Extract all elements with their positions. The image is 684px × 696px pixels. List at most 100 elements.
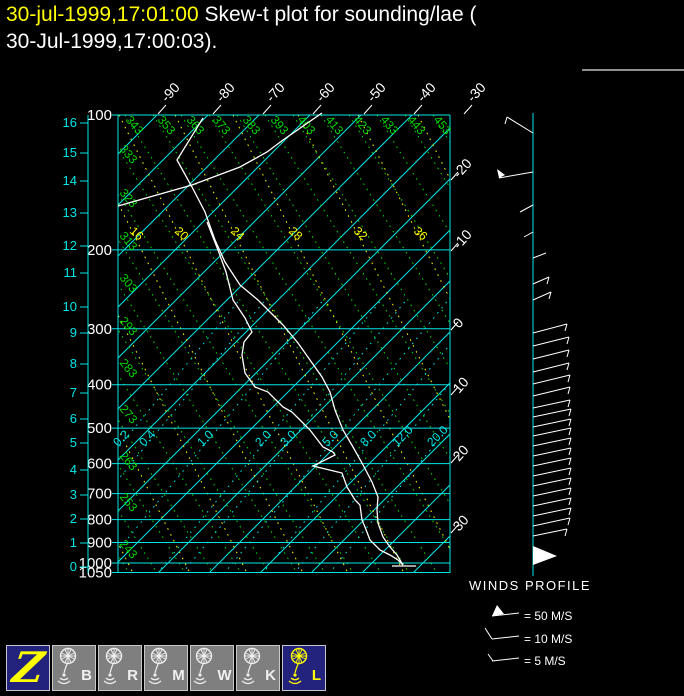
toolbar-button-r[interactable]: R	[98, 645, 142, 691]
wind-barb	[532, 447, 572, 457]
pressure-label: 600	[87, 456, 112, 473]
theta-top-label: 443	[405, 113, 429, 138]
theta-top-label: 373	[210, 113, 234, 138]
dry-adiabat-line	[489, 115, 684, 573]
dry-adiabat-line	[629, 115, 684, 573]
wind-barb	[532, 252, 547, 259]
mixing-ratio-label: 3.0	[277, 427, 299, 449]
toolbar-button-k[interactable]: K	[236, 645, 280, 691]
radiosonde-icon-svg	[57, 647, 77, 684]
dry-adiabat-line	[601, 115, 684, 573]
radiosonde-icon-svg	[241, 647, 261, 684]
top-temp-tick	[312, 104, 322, 115]
mixing-ratio-label: 0.4	[136, 427, 158, 449]
dry-adiabat-line	[118, 464, 186, 573]
moist-adiabat-line	[118, 201, 304, 573]
pressure-label: 400	[87, 377, 112, 394]
height-label: 2	[70, 511, 77, 526]
dry-adiabat-line	[545, 115, 684, 573]
toolbar-button-m[interactable]: M	[144, 645, 188, 691]
wind-barb-hook	[564, 323, 568, 332]
radiosonde-icon-svg	[103, 647, 123, 684]
dry-adiabat-line	[118, 373, 242, 573]
theta-left-label: 333	[117, 142, 141, 167]
moist-adiabat-line	[232, 115, 450, 551]
wind-barb-hook	[568, 437, 572, 446]
moist-adiabat-label: 20	[172, 224, 192, 244]
wind-barb-hook	[568, 427, 572, 436]
dry-adiabat-line	[657, 115, 684, 573]
wind-barb-hook	[567, 517, 571, 526]
wind-barb-hook	[568, 497, 572, 506]
title-text-line2: 30-Jul-1999,17:00:03).	[6, 30, 218, 53]
toolbar-button-z[interactable]: Z	[6, 643, 50, 692]
radiosonde-icon	[56, 647, 80, 690]
button-letter: W	[217, 666, 232, 684]
dry-adiabat-line	[180, 115, 450, 550]
height-label: 13	[63, 205, 77, 220]
theta-top-label: 383	[240, 113, 264, 138]
button-letter: M	[172, 666, 185, 684]
title-text: Skew-t plot for sounding/lae (	[198, 3, 477, 26]
legend-barb-line	[491, 657, 520, 662]
moist-adiabat-line	[174, 115, 405, 573]
legend-half-barb-icon	[487, 653, 494, 662]
wind-barb-hook	[568, 408, 572, 417]
radiosonde-icon	[147, 647, 171, 690]
wind-barb	[532, 408, 572, 418]
theta-left-label: 263	[117, 449, 141, 474]
wind-barb	[532, 528, 568, 537]
wind-barb	[532, 477, 572, 487]
isotherm-line	[118, 115, 209, 206]
wind-barb	[506, 116, 534, 134]
height-label: 3	[70, 487, 77, 502]
wind-barb-hook	[568, 477, 572, 486]
theta-top-label: 363	[184, 113, 208, 138]
top-temp-label: -60	[312, 79, 338, 105]
dry-adiabat-line	[118, 193, 354, 573]
top-temp-label: -80	[212, 79, 238, 105]
moist-adiabat-label: 32	[351, 224, 371, 244]
button-letter: K	[265, 666, 276, 684]
wind-barb	[532, 487, 572, 497]
top-temp-label: -50	[363, 79, 389, 105]
top-temp-label: -90	[157, 79, 183, 105]
wind-barb-hook	[567, 399, 571, 408]
radiosonde-icon	[192, 647, 216, 690]
mcidas-z-logo-icon: Z	[9, 643, 47, 692]
mixing-ratio-label: 2.0	[252, 427, 274, 449]
top-temp-label: -30	[463, 79, 489, 105]
toolbar-button-w[interactable]: W	[190, 645, 234, 691]
wind-barb	[532, 399, 571, 409]
moist-adiabat-label: 36	[411, 224, 431, 244]
toolbar-button-b[interactable]: B	[52, 645, 96, 691]
dry-adiabat-line	[320, 115, 450, 324]
toolbar: Z B R M W K L	[6, 643, 326, 692]
height-label: 4	[70, 462, 77, 477]
legend-barb-line	[491, 635, 520, 640]
height-label: 0	[70, 559, 77, 574]
top-temp-tick	[463, 104, 473, 115]
radiosonde-icon-svg	[288, 647, 308, 684]
wind-barb	[532, 323, 568, 334]
skewt-chart: 1002003004005006007008009001000105016151…	[63, 79, 684, 668]
theta-top-label: 453	[431, 113, 455, 138]
radiosonde-icon-svg	[148, 647, 168, 684]
pressure-label: 900	[87, 535, 112, 552]
theta-top-label: 353	[155, 113, 179, 138]
toolbar-button-l[interactable]: L	[282, 645, 326, 691]
wind-barb	[532, 457, 572, 467]
winds-legend: WINDS PROFILE = 50 M/S = 10 M/S = 5 M/S	[469, 578, 590, 668]
top-temp-label: -40	[413, 79, 439, 105]
height-label: 11	[64, 265, 78, 280]
wind-barb	[532, 362, 570, 373]
wind-barb	[532, 336, 570, 347]
legend-label: = 5 M/S	[524, 654, 566, 668]
moist-adiabat-line	[118, 427, 191, 573]
dry-adiabat-line	[461, 115, 684, 573]
mixing-ratio-label: 0.2	[110, 427, 132, 449]
wind-barb	[532, 374, 571, 385]
wind-pennant	[533, 546, 557, 565]
wind-barb-hook	[568, 507, 572, 516]
dry-adiabat-line	[118, 418, 214, 573]
